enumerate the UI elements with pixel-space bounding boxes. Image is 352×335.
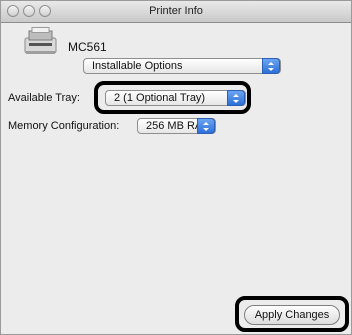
section-popup[interactable]: Installable Options xyxy=(83,58,281,74)
popup-arrows-icon xyxy=(197,118,215,134)
title-bar: Printer Info xyxy=(1,1,351,23)
window-title: Printer Info xyxy=(149,5,203,17)
available-tray-label: Available Tray: xyxy=(8,92,80,104)
popup-arrows-icon xyxy=(262,58,280,74)
printer-info-window: Printer Info MC561 Installable Options A… xyxy=(0,0,352,335)
memory-configuration-popup[interactable]: 256 MB RAM xyxy=(137,118,216,134)
printer-icon xyxy=(24,27,57,54)
section-popup-value: Installable Options xyxy=(92,60,183,72)
memory-configuration-label: Memory Configuration: xyxy=(8,120,120,132)
printer-model-name: MC561 xyxy=(68,40,107,54)
tray-callout-highlight xyxy=(94,81,251,114)
apply-callout-highlight xyxy=(235,296,349,332)
